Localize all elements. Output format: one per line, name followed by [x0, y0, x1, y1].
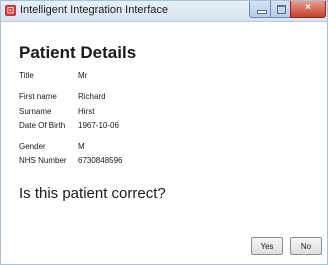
yes-button[interactable]: Yes: [251, 237, 283, 255]
minimize-button[interactable]: [249, 1, 271, 18]
window-title: Intelligent Integration Interface: [20, 4, 168, 16]
nhs-number-value: 6730848596: [78, 156, 123, 165]
title-bar[interactable]: ⊡ Intelligent Integration Interface ×: [1, 1, 327, 22]
first-name-value: Richard: [78, 92, 106, 101]
nhs-number-label: NHS Number: [19, 156, 67, 165]
dialog-window: ⊡ Intelligent Integration Interface × Pa…: [0, 0, 328, 265]
date-of-birth-label: Date Of Birth: [19, 121, 66, 130]
minimize-icon: [257, 10, 267, 14]
page-title: Patient Details: [19, 43, 137, 62]
close-icon: ×: [305, 2, 311, 13]
surname-label: Surname: [19, 107, 52, 116]
gender-value: M: [78, 142, 85, 151]
maximize-button[interactable]: [270, 1, 291, 18]
gender-label: Gender: [19, 142, 46, 151]
no-button[interactable]: No: [290, 237, 322, 255]
title-label: Title: [19, 71, 34, 80]
surname-value: Hirst: [78, 107, 95, 116]
app-icon: ⊡: [5, 5, 16, 16]
confirmation-question: Is this patient correct?: [19, 185, 166, 202]
title-value: Mr: [78, 71, 88, 80]
close-button[interactable]: ×: [290, 1, 326, 18]
date-of-birth-value: 1967-10-06: [78, 121, 119, 130]
maximize-icon: [277, 5, 286, 14]
first-name-label: First name: [19, 92, 57, 101]
